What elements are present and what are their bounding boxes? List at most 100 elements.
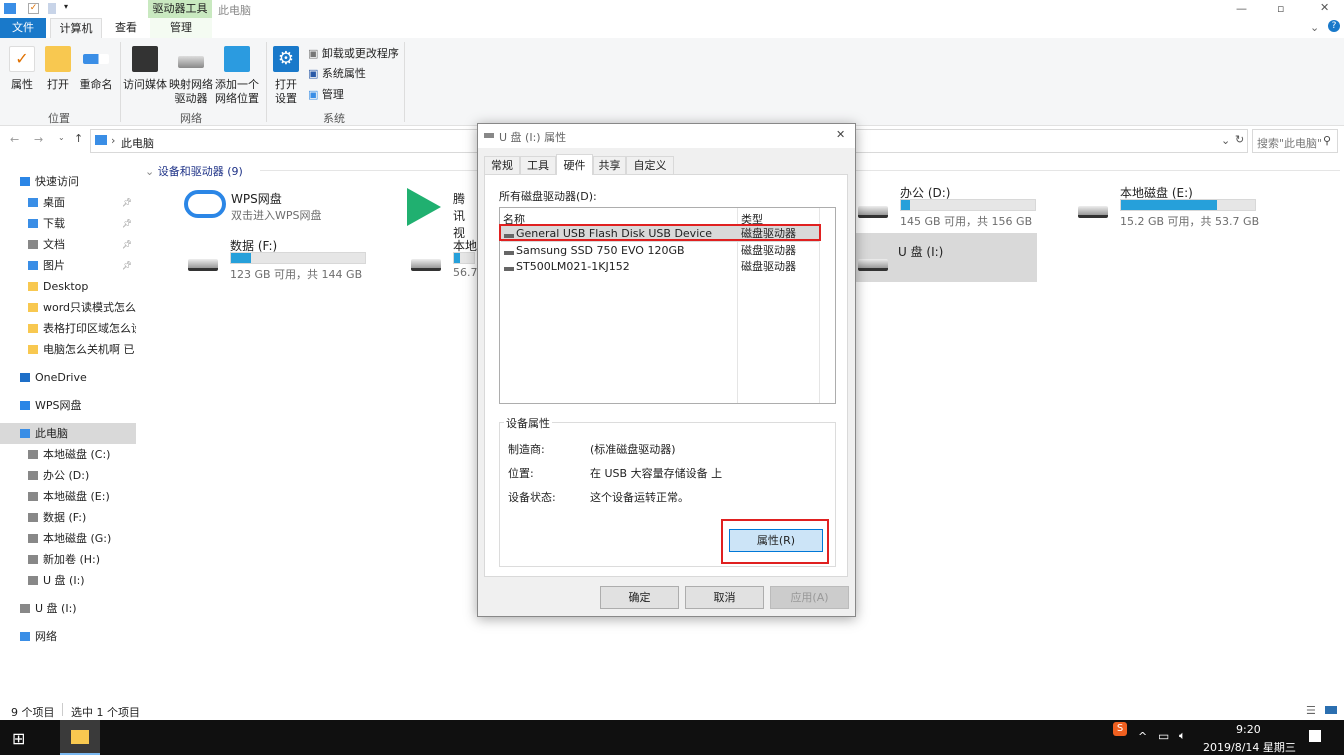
clock-date[interactable]: 2019/8/14 星期三 xyxy=(1203,739,1296,755)
sogou-input-icon[interactable]: S xyxy=(1113,722,1127,736)
nav-item-label: word只读模式怎么改 xyxy=(43,301,136,314)
nav-item[interactable]: 本地磁盘 (G:) xyxy=(0,528,136,549)
help-icon[interactable]: ? xyxy=(1328,20,1340,32)
network-icon[interactable]: ▭ xyxy=(1158,729,1169,743)
this-pc-icon xyxy=(20,429,30,438)
system-properties-button[interactable]: ▣ 系统属性 xyxy=(308,67,366,81)
cancel-button[interactable]: 取消 xyxy=(685,586,764,609)
nav-item[interactable]: 文档 📌︎ xyxy=(0,234,136,255)
taskbar-explorer-button[interactable] xyxy=(60,720,100,755)
nav-item[interactable]: WPS网盘 xyxy=(0,395,136,416)
item-wps-drive[interactable]: WPS网盘 双击进入WPS网盘 xyxy=(180,186,380,231)
pin-icon[interactable]: 📌︎ xyxy=(122,192,132,213)
nav-item[interactable]: 桌面 📌︎ xyxy=(0,192,136,213)
pin-icon[interactable]: 📌︎ xyxy=(122,234,132,255)
minimize-button[interactable]: — xyxy=(1236,2,1247,15)
properties-button[interactable]: ✓ 属性 xyxy=(8,46,36,92)
dialog-tab[interactable]: 硬件 xyxy=(556,154,593,175)
new-folder-quick-icon[interactable] xyxy=(48,3,56,14)
ok-button[interactable]: 确定 xyxy=(600,586,679,609)
show-hidden-icons-icon[interactable]: ^ xyxy=(1138,730,1147,743)
nav-item[interactable]: U 盘 (I:) xyxy=(0,598,136,619)
nav-item[interactable]: word只读模式怎么改 xyxy=(0,297,136,318)
recent-dropdown[interactable]: ⌄ xyxy=(58,133,65,142)
open-settings-button[interactable]: ⚙ 打开 设置 xyxy=(270,46,302,106)
add-network-location-button[interactable]: 添加一个 网络位置 xyxy=(214,46,260,106)
dialog-tab[interactable]: 共享 xyxy=(593,156,626,174)
nav-item[interactable]: 图片 📌︎ xyxy=(0,255,136,276)
clock-time[interactable]: 9:20 xyxy=(1236,723,1261,736)
disk-drive-row[interactable]: ST500LM021-1KJ152 磁盘驱动器 xyxy=(501,259,819,275)
dialog-close-button[interactable]: ✕ xyxy=(836,128,845,141)
group-header[interactable]: ⌄ 设备和驱动器 (9) xyxy=(145,163,243,179)
nav-item-label: 下载 xyxy=(43,217,65,230)
drive-item[interactable]: 本地磁盘 (E:) 15.2 GB 可用，共 53.7 GB xyxy=(1075,183,1275,228)
back-button[interactable]: ← xyxy=(10,133,19,146)
tab-manage[interactable]: 管理 xyxy=(150,18,212,38)
customize-dropdown-icon[interactable]: ▾ xyxy=(64,2,68,11)
pin-icon[interactable]: 📌︎ xyxy=(122,255,132,276)
address-dropdown[interactable]: ⌄ xyxy=(1221,134,1230,147)
highlight-box xyxy=(721,519,829,564)
item-usb-drive-selected[interactable]: U 盘 (I:) xyxy=(853,233,1037,282)
nav-item[interactable]: 办公 (D:) xyxy=(0,465,136,486)
ribbon-expand-icon[interactable]: ⌄ xyxy=(1310,21,1319,34)
nav-item[interactable]: 网络 xyxy=(0,626,136,647)
disk-drive-row[interactable]: Samsung SSD 750 EVO 120GB 磁盘驱动器 xyxy=(501,243,819,259)
nav-item[interactable]: Desktop xyxy=(0,276,136,297)
volume-icon[interactable]: 🔈︎ xyxy=(1179,729,1186,743)
forward-button[interactable]: → xyxy=(34,133,43,146)
breadcrumb-this-pc[interactable]: 此电脑 xyxy=(121,135,154,151)
tab-view[interactable]: 查看 xyxy=(104,18,148,38)
item-tencent-video[interactable]: 腾讯视 xyxy=(405,186,475,240)
map-drive-button[interactable]: 映射网络 驱动器 xyxy=(168,46,214,106)
manufacturer-value: (标准磁盘驱动器) xyxy=(590,443,676,456)
pin-icon[interactable]: 📌︎ xyxy=(122,213,132,234)
action-center-icon[interactable] xyxy=(1309,730,1321,742)
drive-item[interactable]: 办公 (D:) 145 GB 可用，共 156 GB xyxy=(855,183,1055,228)
nav-item[interactable]: 数据 (F:) xyxy=(0,507,136,528)
tencent-video-icon xyxy=(407,188,441,226)
nav-item[interactable]: 此电脑 xyxy=(0,423,136,444)
tab-file[interactable]: 文件 xyxy=(0,18,46,38)
drive-item[interactable]: 数据 (F:) 123 GB 可用，共 144 GB xyxy=(185,236,385,281)
manage-button[interactable]: ▣ 管理 xyxy=(308,88,344,102)
search-input[interactable]: 搜索"此电脑" xyxy=(1257,135,1322,151)
large-icons-view-icon[interactable] xyxy=(1325,706,1337,714)
uninstall-icon: ▣ xyxy=(308,47,322,60)
disk-drive-list[interactable]: 名称 类型 General USB Flash Disk USB Device … xyxy=(499,207,836,404)
uninstall-button[interactable]: ▣ 卸载或更改程序 xyxy=(308,47,399,61)
close-button[interactable]: ✕ xyxy=(1320,1,1329,14)
rename-button[interactable]: 重命名 xyxy=(78,46,114,92)
open-button[interactable]: 打开 xyxy=(44,46,72,92)
row-type: 磁盘驱动器 xyxy=(741,260,796,273)
item-count: 9 个项目 xyxy=(11,706,55,719)
collapse-chevron-icon: ⌄ xyxy=(145,165,158,178)
search-box[interactable]: 搜索"此电脑" ⚲ xyxy=(1252,129,1338,153)
breadcrumb-separator[interactable]: › xyxy=(111,134,115,147)
properties-label: 属性 xyxy=(11,78,33,91)
nav-item[interactable]: 本地磁盘 (C:) xyxy=(0,444,136,465)
access-media-button[interactable]: 访问媒体 xyxy=(122,46,168,92)
nav-item[interactable]: 快速访问 xyxy=(0,171,136,192)
nav-item[interactable]: 本地磁盘 (E:) xyxy=(0,486,136,507)
documents-icon xyxy=(28,240,38,249)
drive-icon xyxy=(28,555,38,564)
maximize-button[interactable]: ▫ xyxy=(1277,2,1284,15)
apply-button[interactable]: 应用(A) xyxy=(770,586,849,609)
nav-item[interactable]: 下载 📌︎ xyxy=(0,213,136,234)
dialog-tab[interactable]: 工具 xyxy=(520,156,556,174)
start-windows-icon[interactable]: ⊞ xyxy=(12,729,25,748)
properties-quick-icon[interactable]: ✓ xyxy=(28,3,39,14)
nav-item[interactable]: OneDrive xyxy=(0,367,136,388)
dialog-tab[interactable]: 常规 xyxy=(484,156,520,174)
up-button[interactable]: ↑ xyxy=(74,132,83,145)
nav-item[interactable]: U 盘 (I:) xyxy=(0,570,136,591)
dialog-tab[interactable]: 自定义 xyxy=(626,156,674,174)
details-view-icon[interactable]: ☰ xyxy=(1306,704,1316,717)
nav-item[interactable]: 新加卷 (H:) xyxy=(0,549,136,570)
nav-item[interactable]: 表格打印区域怎么设 xyxy=(0,318,136,339)
tab-computer[interactable]: 计算机 xyxy=(50,18,102,38)
nav-item[interactable]: 电脑怎么关机啊 已 xyxy=(0,339,136,360)
refresh-button[interactable]: ↻ xyxy=(1235,133,1244,146)
